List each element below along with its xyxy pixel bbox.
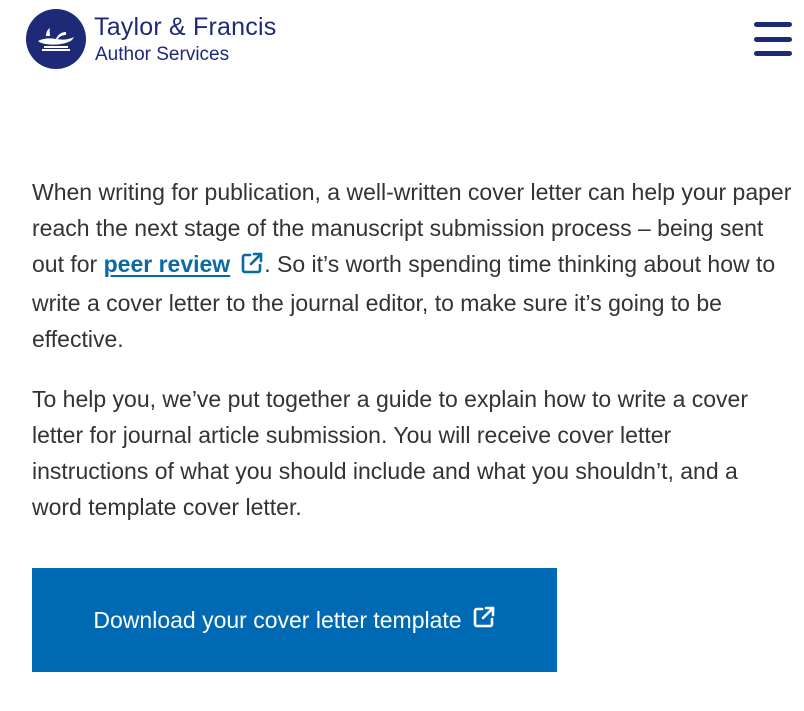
main-content: When writing for publication, a well-wri… [32, 174, 792, 549]
intro-paragraph: When writing for publication, a well-wri… [32, 174, 792, 357]
guide-paragraph: To help you, we’ve put together a guide … [32, 386, 748, 520]
download-template-label: Download your cover letter template [93, 606, 462, 633]
download-template-button[interactable]: Download your cover letter template [32, 568, 557, 672]
hamburger-menu-icon[interactable] [754, 22, 792, 56]
brand-logo-link[interactable]: Taylor & Francis Author Services [26, 9, 276, 69]
peer-review-link[interactable]: peer review [104, 251, 231, 277]
menu-bar [754, 22, 792, 27]
menu-bar [754, 36, 792, 42]
peer-review-link-label: peer review [103, 251, 231, 277]
lamp-logo-icon [26, 9, 86, 69]
menu-bar [754, 51, 792, 56]
brand-subtitle: Author Services [95, 43, 230, 65]
external-link-icon[interactable] [240, 249, 264, 285]
brand-text: Taylor & Francis Author Services [94, 12, 277, 65]
brand-title: Taylor & Francis [94, 12, 277, 41]
external-link-icon [472, 605, 496, 635]
site-header: Taylor & Francis Author Services [0, 0, 804, 90]
